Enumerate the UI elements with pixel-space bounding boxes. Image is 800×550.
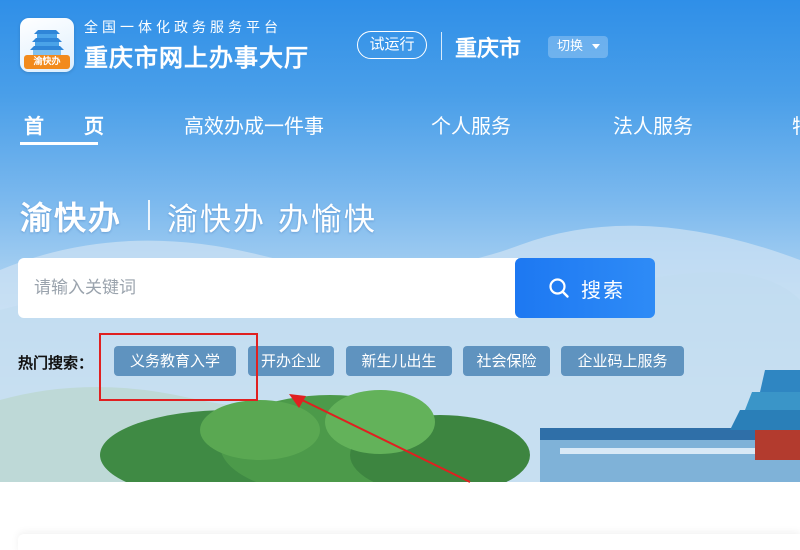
nav-item-one-thing[interactable]: 高效办成一件事 <box>184 110 324 139</box>
logo[interactable]: 渝快办 <box>20 18 74 72</box>
content-card <box>18 534 800 550</box>
nav-item-special[interactable]: 特 <box>792 110 800 139</box>
city-switch-button[interactable]: 切换 <box>548 36 608 58</box>
title-divider <box>441 32 442 60</box>
annotation-highlight-box <box>99 333 258 401</box>
hot-tag-enterprise-code[interactable]: 企业码上服务 <box>561 346 684 376</box>
search-icon <box>549 278 569 298</box>
slogan-brand: 渝快办 <box>20 199 123 237</box>
hot-tag-start-business[interactable]: 开办企业 <box>248 346 334 376</box>
site-title: 重庆市网上办事大厅 <box>84 44 309 72</box>
nav-item-personal-services[interactable]: 个人服务 <box>431 110 511 139</box>
nav-item-home[interactable]: 首 页 <box>24 110 114 139</box>
search-input[interactable] <box>18 258 518 318</box>
caret-down-icon <box>592 44 600 49</box>
logo-building-icon <box>30 30 64 56</box>
hot-tag-newborn[interactable]: 新生儿出生 <box>346 346 452 376</box>
trial-badge: 试运行 <box>357 31 427 59</box>
nav-item-legal-person-services[interactable]: 法人服务 <box>613 110 693 139</box>
nav-active-underline <box>20 142 98 145</box>
city-switch-label: 切换 <box>557 39 584 54</box>
current-city: 重庆市 <box>455 37 522 62</box>
slogan-tagline: 渝快办 办愉快 <box>167 202 377 238</box>
hot-search-label: 热门搜索： <box>18 354 94 372</box>
logo-tag: 渝快办 <box>24 55 70 69</box>
slogan-divider <box>148 200 150 230</box>
search-button[interactable]: 搜索 <box>515 258 655 318</box>
hot-tag-social-insurance[interactable]: 社会保险 <box>463 346 550 376</box>
platform-subtitle: 全国一体化政务服务平台 <box>84 20 282 36</box>
search-button-label: 搜索 <box>581 278 625 302</box>
